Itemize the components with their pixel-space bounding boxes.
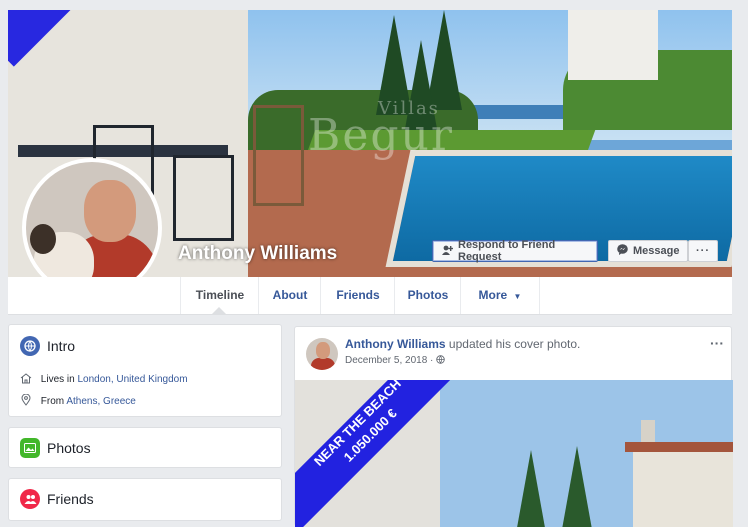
post-image-tree [559, 446, 595, 527]
cover-wall [568, 10, 658, 80]
post-header: Anthony Williams updated his cover photo… [345, 337, 581, 351]
tab-timeline[interactable]: Timeline [180, 277, 259, 314]
globe-icon [20, 336, 40, 356]
active-tab-indicator [212, 307, 226, 314]
intro-card: Intro Lives in London, United Kingdom Fr… [8, 324, 282, 417]
home-icon [20, 373, 41, 385]
cover-watermark: Villas Begur [308, 98, 454, 161]
friends-card[interactable]: Friends [8, 478, 282, 521]
tab-about[interactable]: About [258, 277, 321, 314]
timeline-post: Anthony Williams updated his cover photo… [294, 326, 733, 527]
profile-name[interactable]: Anthony Williams [178, 243, 337, 265]
post-image-house [633, 442, 733, 527]
tab-friends[interactable]: Friends [320, 277, 395, 314]
add-friend-icon [442, 245, 454, 258]
post-author-link[interactable]: Anthony Williams [345, 337, 446, 351]
message-button[interactable]: Message [608, 240, 688, 262]
message-label: Message [633, 245, 680, 257]
more-options-button[interactable]: ··· [688, 240, 718, 262]
from-row: From Athens, Greece [20, 393, 136, 407]
tab-photos[interactable]: Photos [394, 277, 461, 314]
avatar-face [84, 180, 136, 242]
photos-icon [20, 438, 40, 458]
post-author-avatar[interactable] [306, 338, 338, 370]
from-link[interactable]: Athens, Greece [66, 396, 135, 407]
intro-title: Intro [47, 338, 76, 354]
messenger-icon [617, 244, 628, 258]
tab-more[interactable]: More ▼ [460, 277, 540, 314]
profile-tab-bar: Timeline About Friends Photos More ▼ [8, 277, 732, 315]
friends-icon [20, 489, 40, 509]
post-cover-photo[interactable]: NEAR THE BEACH 1.050.000 € [295, 380, 733, 527]
dropdown-caret-icon: ▼ [513, 292, 522, 301]
avatar-dog-ear [30, 224, 56, 254]
photos-card[interactable]: Photos [8, 427, 282, 468]
respond-friend-request-button[interactable]: Respond to Friend Request [432, 239, 598, 263]
cover-chair [173, 155, 234, 241]
post-image-tree [513, 450, 549, 527]
respond-label: Respond to Friend Request [458, 239, 556, 263]
cover-chair [253, 105, 304, 206]
post-menu-button[interactable]: ··· [710, 335, 724, 351]
photos-title: Photos [47, 440, 91, 456]
friends-title: Friends [47, 491, 94, 507]
public-globe-icon [436, 355, 445, 366]
lives-in-row: Lives in London, United Kingdom [20, 373, 188, 385]
lives-in-link[interactable]: London, United Kingdom [77, 374, 187, 385]
post-image-roof [625, 442, 733, 452]
post-timestamp[interactable]: December 5, 2018 · [345, 355, 445, 366]
location-pin-icon [20, 393, 41, 407]
